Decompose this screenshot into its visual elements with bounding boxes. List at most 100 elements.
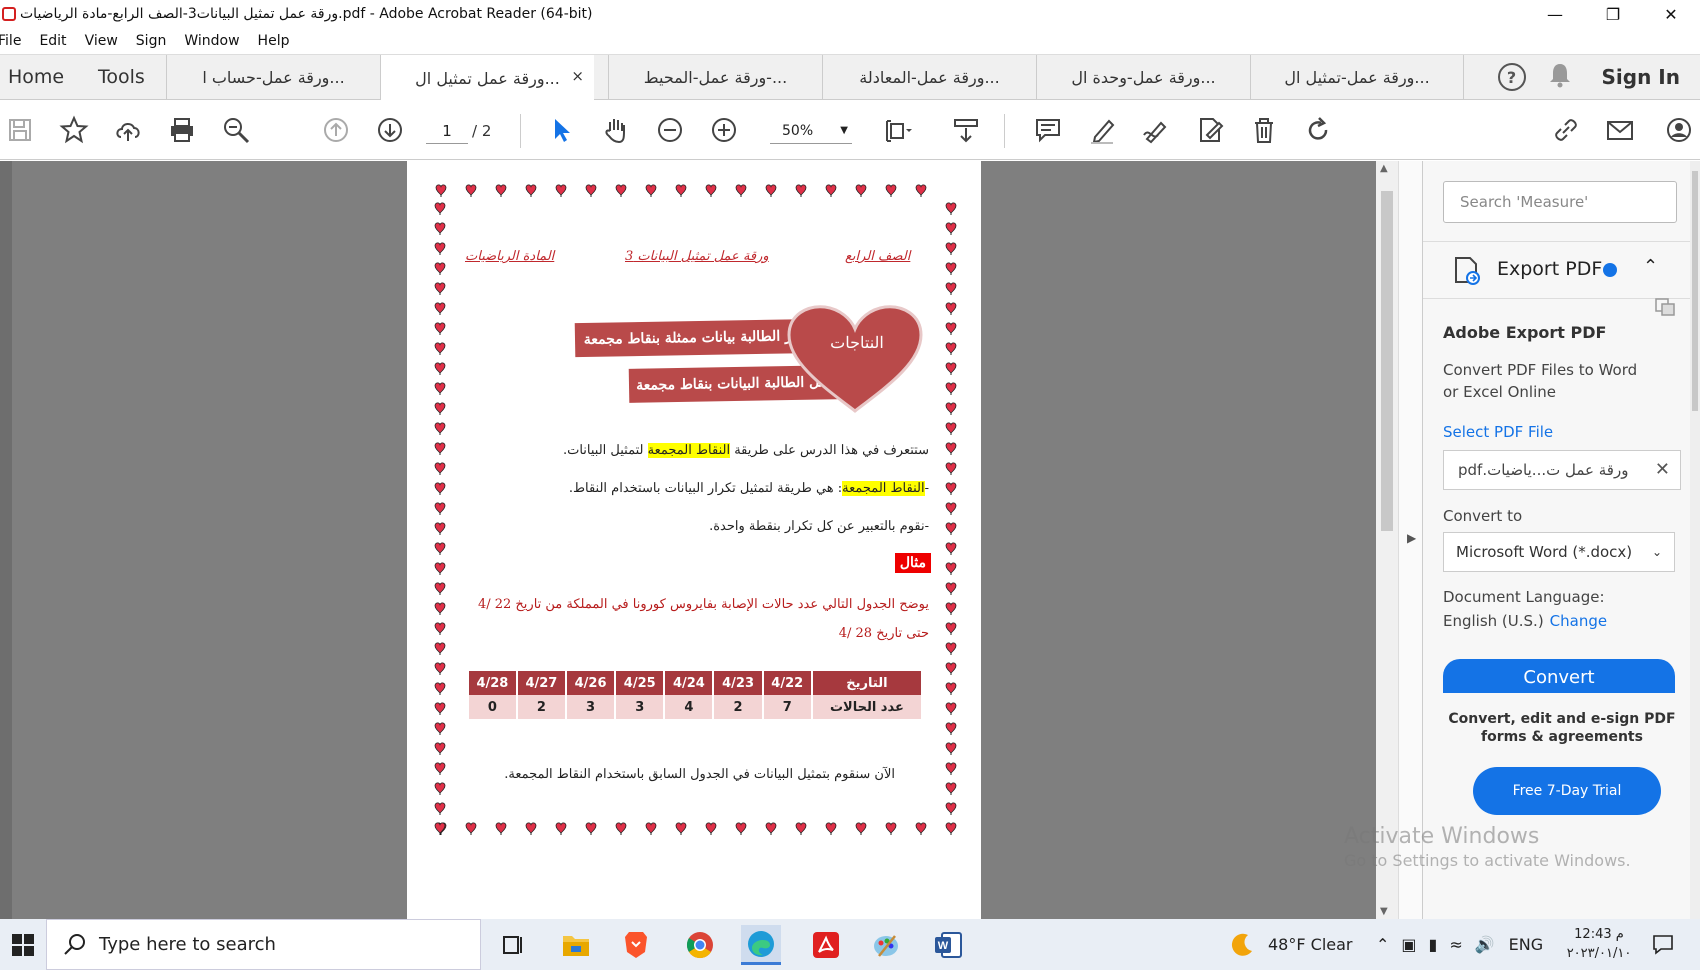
watermark-line-2: Go to Settings to activate Windows. (1344, 851, 1631, 870)
paint-app-icon[interactable] (866, 925, 906, 965)
meet-now-icon[interactable]: ▣ (1401, 935, 1416, 954)
acrobat-reader-icon[interactable] (806, 925, 846, 965)
notification-bell-icon[interactable] (1548, 62, 1572, 92)
menu-bar: File Edit View Sign Window Help (0, 28, 1700, 54)
menu-file[interactable]: File (0, 33, 30, 49)
panel-collapse-strip[interactable]: ▶ (1398, 161, 1422, 919)
zoom-out-icon[interactable] (652, 112, 688, 148)
export-pdf-header[interactable]: Export PDF ⌃ (1423, 241, 1700, 299)
heart-border-icon (945, 661, 957, 675)
menu-edit[interactable]: Edit (30, 33, 75, 49)
page-fit-icon[interactable] (880, 112, 916, 148)
measure-search-input[interactable]: Search 'Measure' (1443, 181, 1677, 223)
doc-tab[interactable]: ورقة عمل-حساب ا... (166, 55, 380, 100)
page-number-input[interactable]: 1 (426, 118, 468, 144)
free-trial-button[interactable]: Free 7-Day Trial (1473, 767, 1661, 815)
draw-freehand-icon[interactable] (1138, 112, 1174, 148)
heart-border-icon (945, 261, 957, 275)
table-row: عدد الحالات 7 2 4 3 3 2 0 (469, 695, 924, 719)
input-language-indicator[interactable]: ENG (1509, 935, 1543, 954)
remove-file-icon[interactable]: ✕ (1655, 451, 1670, 489)
heart-border-icon (945, 381, 957, 395)
scroll-down-icon[interactable]: ▼ (1380, 906, 1388, 917)
close-button[interactable]: ✕ (1642, 0, 1700, 28)
notification-center-icon[interactable] (1652, 933, 1674, 959)
heart-border-icon (434, 581, 446, 595)
email-envelope-icon[interactable] (1602, 112, 1638, 148)
weather-widget[interactable]: 48°F Clear (1228, 919, 1353, 970)
next-page-icon[interactable] (372, 112, 408, 148)
collapse-panel-icon[interactable]: ▶ (1407, 531, 1416, 545)
heart-border-icon (825, 183, 837, 197)
system-clock[interactable]: 12:43 م ٢٠٢٣/٠١/١٠ (1564, 925, 1634, 963)
account-add-user-icon[interactable] (1662, 112, 1698, 148)
nav-home[interactable]: Home (8, 55, 64, 99)
doc-tab[interactable]: ورقة عمل-تمثيل ال... (1250, 55, 1464, 100)
heart-border-icon (434, 521, 446, 535)
highlighted-term: النقاط المجمعة (647, 443, 731, 458)
format-select[interactable]: Microsoft Word (*.docx) ⌄ (1443, 532, 1675, 572)
maximize-button[interactable]: ❐ (1584, 0, 1642, 28)
battery-icon[interactable]: ▮ (1429, 935, 1438, 954)
scroll-up-icon[interactable]: ▲ (1380, 163, 1388, 174)
nav-tools[interactable]: Tools (98, 55, 145, 99)
document-scrollbar[interactable]: ▲ ▼ (1376, 161, 1398, 919)
word-app-icon[interactable]: W (928, 925, 968, 965)
menu-window[interactable]: Window (175, 33, 248, 49)
wifi-icon[interactable]: ≈ (1449, 935, 1462, 954)
help-icon[interactable]: ? (1497, 63, 1526, 91)
zoom-in-icon[interactable] (706, 112, 742, 148)
change-language-link[interactable]: Change (1550, 612, 1607, 630)
highlight-pen-icon[interactable] (1084, 112, 1120, 148)
fill-sign-icon[interactable] (1192, 112, 1228, 148)
task-view-icon[interactable] (493, 925, 533, 965)
export-options-icon[interactable] (1654, 297, 1676, 317)
print-icon[interactable] (164, 112, 200, 148)
selected-file-field[interactable]: ورقة عمل ت...ياضيات.pdf ✕ (1443, 450, 1681, 490)
toolbar: 1 / 2 50% ▼ (0, 100, 1700, 160)
taskbar-search-input[interactable]: Type here to search (46, 919, 481, 970)
document-viewer[interactable]: المادة الرياضيات ورقة عمل تمثيل البيانات… (0, 161, 1422, 919)
close-tab-icon[interactable]: × (571, 67, 584, 85)
save-icon[interactable] (2, 112, 38, 148)
chevron-up-icon[interactable]: ⌃ (1643, 256, 1658, 277)
zoom-search-icon[interactable] (218, 112, 254, 148)
heart-border-icon (495, 183, 507, 197)
minimize-button[interactable]: — (1526, 0, 1584, 28)
zoom-level-select[interactable]: 50% ▼ (770, 118, 852, 144)
doc-tab-active[interactable]: ورقة عمل تمثيل ال... × (380, 55, 594, 101)
delete-trash-icon[interactable] (1246, 112, 1282, 148)
menu-sign[interactable]: Sign (127, 33, 176, 49)
brave-browser-icon[interactable] (616, 925, 656, 965)
scrolling-mode-icon[interactable] (948, 112, 984, 148)
sign-in-button[interactable]: Sign In (1602, 65, 1680, 89)
windows-start-icon[interactable] (0, 919, 46, 970)
rotate-icon[interactable] (1300, 112, 1336, 148)
closing-line: الآن سنقوم بتمثيل البيانات في الجدول الس… (504, 767, 895, 782)
menu-help[interactable]: Help (249, 33, 299, 49)
table-date-cell: 4/26 (565, 671, 617, 695)
doc-tab[interactable]: ورقة عمل-المحيط-... (608, 55, 822, 100)
panel-scrollbar-thumb[interactable] (1692, 171, 1698, 411)
chevron-up-icon[interactable]: ⌃ (1376, 935, 1389, 954)
comment-icon[interactable] (1030, 112, 1066, 148)
doc-tab[interactable]: ورقة عمل-وحدة ال... (1036, 55, 1250, 100)
scrollbar-thumb[interactable] (1381, 191, 1393, 531)
heart-border-icon (795, 821, 807, 835)
bookmark-star-icon[interactable] (56, 112, 92, 148)
edge-browser-icon[interactable] (741, 925, 781, 965)
share-link-icon[interactable] (1548, 112, 1584, 148)
doc-tab[interactable]: ورقة عمل-المعادلة... (822, 55, 1036, 100)
heart-border-icon (615, 821, 627, 835)
hand-tool-icon[interactable] (598, 112, 634, 148)
upload-cloud-icon[interactable] (110, 112, 146, 148)
volume-icon[interactable]: 🔊 (1475, 935, 1495, 954)
previous-page-icon[interactable] (318, 112, 354, 148)
menu-view[interactable]: View (76, 33, 127, 49)
convert-button[interactable]: Convert (1443, 659, 1675, 693)
panel-scrollbar[interactable] (1690, 161, 1700, 919)
file-explorer-icon[interactable] (556, 925, 596, 965)
select-pdf-file-link[interactable]: Select PDF File (1443, 423, 1553, 441)
chrome-browser-icon[interactable] (680, 925, 720, 965)
select-cursor-icon[interactable] (544, 112, 580, 148)
